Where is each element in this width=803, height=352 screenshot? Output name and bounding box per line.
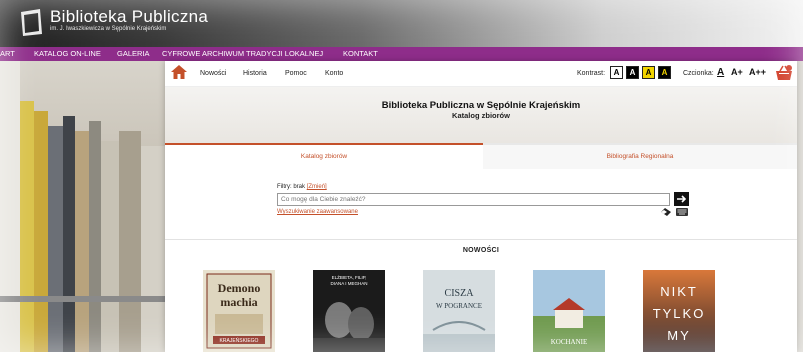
- cover-text: KRAJEŃSKIEGO: [220, 337, 259, 344]
- cover-text: DIANA I MEGHAN: [330, 281, 367, 286]
- cover-text: Demono: [218, 281, 261, 295]
- shelf-book: [63, 116, 75, 352]
- search-input[interactable]: [277, 193, 670, 206]
- cover-text: NIKT: [660, 284, 698, 299]
- cover-text: CISZA: [445, 288, 475, 299]
- tab-regional-bibliography[interactable]: Bibliografia Regionalna: [483, 143, 797, 169]
- book-cover-demonomachia[interactable]: Demono machia KRAJEŃSKIEGO: [203, 270, 275, 352]
- search-submit-button[interactable]: [674, 192, 689, 206]
- contrast-option-dark[interactable]: A: [626, 66, 639, 79]
- contrast-option-default[interactable]: A: [610, 66, 623, 79]
- shelf-board: [0, 296, 165, 302]
- sub-navigation: Nowości Historia Pomoc Konto Kontrast: A…: [165, 61, 797, 87]
- cover-text: machia: [220, 295, 257, 309]
- cover-text: KOCHANIE: [551, 338, 588, 346]
- home-icon[interactable]: [171, 65, 187, 79]
- book-cover-cisza[interactable]: CISZA W POGRANCE: [423, 270, 495, 352]
- catalog-hero: Biblioteka Publiczna w Sępólnie Krajeńsk…: [165, 87, 797, 143]
- cover-text: TYLKO: [653, 306, 706, 321]
- subnav-link-history[interactable]: Historia: [243, 70, 267, 77]
- news-section-title: NOWOŚCI: [462, 247, 500, 254]
- subnav-link-help[interactable]: Pomoc: [285, 70, 307, 77]
- shelf-book: [0, 61, 20, 352]
- topnav-item-contact[interactable]: KONTAKT: [343, 49, 378, 58]
- advanced-search-link[interactable]: Wyszukiwanie zaawansowane: [277, 209, 358, 215]
- shelf-book: [20, 101, 34, 352]
- filters-row: Filtry: brak [Zmień]: [277, 184, 327, 190]
- cover-text: W POGRANCE: [436, 302, 482, 310]
- site-header: Biblioteka Publiczna im. J. Iwaszkiewicz…: [0, 0, 803, 47]
- contrast-option-dark-yellow[interactable]: A: [658, 66, 671, 79]
- eraser-icon[interactable]: [661, 208, 671, 216]
- shelf-book: [101, 141, 119, 352]
- page-subtitle: Katalog zbiorów: [452, 111, 510, 120]
- font-size-large[interactable]: A+: [731, 67, 743, 77]
- keyboard-icon[interactable]: [676, 208, 688, 216]
- shelf-book: [141, 146, 165, 352]
- filters-label: Filtry: brak: [277, 184, 306, 190]
- subnav-link-account[interactable]: Konto: [325, 70, 343, 77]
- topnav-item-catalog[interactable]: KATALOG ON-LINE: [34, 49, 101, 58]
- shelf-book: [34, 111, 48, 352]
- font-size-xlarge[interactable]: A++: [749, 67, 766, 77]
- contrast-label: Kontrast:: [577, 70, 606, 77]
- book-cover-kochanie[interactable]: KOCHANIE: [533, 270, 605, 352]
- filters-change-link[interactable]: [Zmień]: [307, 184, 327, 190]
- subnav-link-news[interactable]: Nowości: [200, 70, 226, 77]
- topnav-item-start[interactable]: ART: [0, 49, 15, 58]
- contrast-option-yellow[interactable]: A: [642, 66, 655, 79]
- book-cover-nikt[interactable]: NIKT TYLKO MY: [643, 270, 715, 352]
- section-divider: [165, 239, 797, 240]
- shelf-book: [75, 131, 89, 352]
- cover-text: ELŻBIETA, FILIP,: [332, 274, 367, 280]
- brand-title[interactable]: Biblioteka Publiczna: [50, 7, 208, 27]
- cover-text: MY: [667, 328, 691, 343]
- topnav-item-gallery[interactable]: GALERIA: [117, 49, 150, 58]
- book-cover-royals[interactable]: ELŻBIETA, FILIP, DIANA I MEGHAN: [313, 270, 385, 352]
- catalog-tabs: Katalog zbiorów Bibliografia Regionalna: [165, 143, 797, 169]
- basket-icon[interactable]: [775, 64, 793, 82]
- font-size-label: Czcionka:: [683, 70, 714, 77]
- tab-catalog[interactable]: Katalog zbiorów: [165, 143, 483, 169]
- topnav-item-archive[interactable]: CYFROWE ARCHIWUM TRADYCJI LOKALNEJ: [162, 49, 323, 58]
- shelf-book: [89, 121, 101, 352]
- shelf-book: [119, 131, 141, 352]
- shelf-book: [48, 126, 63, 352]
- library-logo-icon[interactable]: [18, 8, 44, 38]
- brand-subtitle: im. J. Iwaszkiewicza w Sępólnie Krajeńsk…: [50, 26, 167, 32]
- page-title: Biblioteka Publiczna w Sępólnie Krajeńsk…: [381, 100, 581, 111]
- font-size-normal[interactable]: A: [717, 67, 724, 78]
- top-navigation: ART KATALOG ON-LINE GALERIA CYFROWE ARCH…: [0, 47, 803, 61]
- catalog-panel: Nowości Historia Pomoc Konto Kontrast: A…: [165, 61, 797, 352]
